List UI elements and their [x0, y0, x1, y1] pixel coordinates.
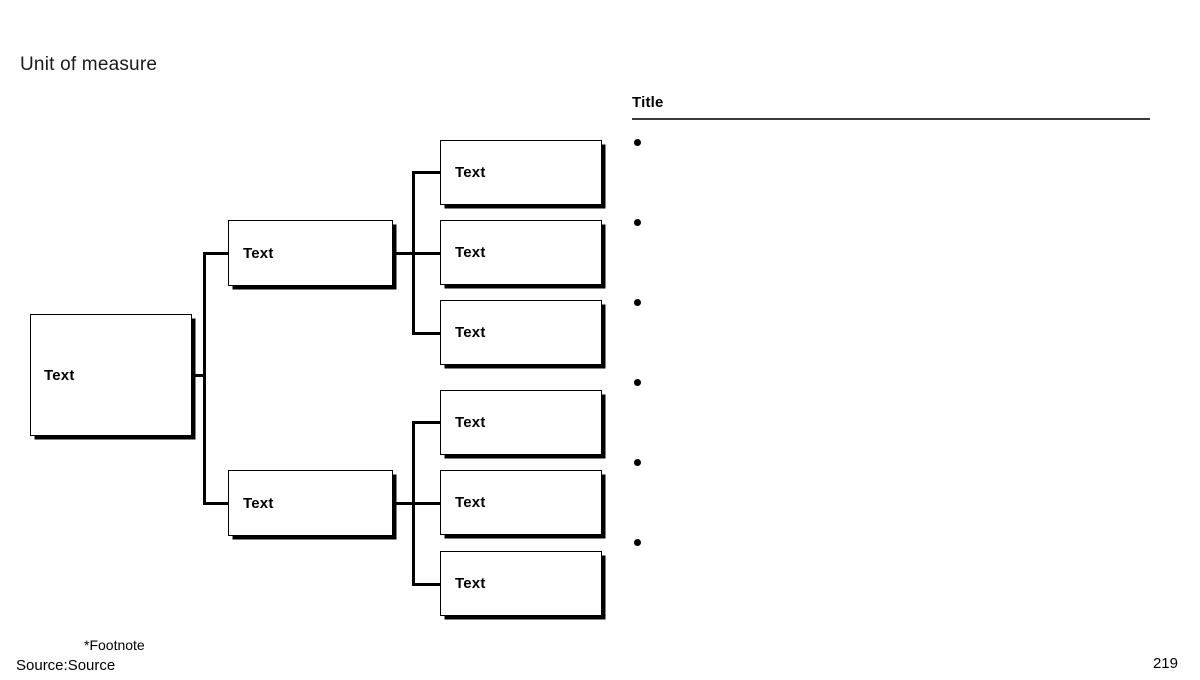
tree-node-leaf-1-label: Text [455, 164, 486, 181]
panel-title: Title [632, 94, 664, 111]
list-item[interactable] [632, 374, 1152, 454]
connector-to-leaf-1 [412, 171, 442, 174]
page-number-label: 219 [1152, 655, 1178, 672]
list-item[interactable] [632, 214, 1152, 294]
tree-node-leaf-4-label: Text [455, 414, 486, 431]
tree-node-leaf-6[interactable]: Text [440, 551, 602, 616]
footnote-label: *Footnote [84, 637, 145, 653]
tree-node-leaf-2[interactable]: Text [440, 220, 602, 285]
tree-node-root[interactable]: Text [30, 314, 192, 436]
tree-node-leaf-4[interactable]: Text [440, 390, 602, 455]
commentary-panel: Title [632, 94, 1152, 546]
list-item[interactable] [632, 454, 1152, 534]
tree-node-root-label: Text [44, 366, 75, 384]
tree-node-level2-1-label: Text [243, 244, 274, 262]
tree-node-leaf-1[interactable]: Text [440, 140, 602, 205]
connector-to-leaf-4 [412, 421, 442, 424]
source-label: Source:Source [16, 657, 116, 674]
list-item[interactable] [632, 294, 1152, 374]
tree-node-leaf-3-label: Text [455, 324, 486, 341]
tree-node-leaf-6-label: Text [455, 575, 486, 592]
tree-node-level2-2-label: Text [243, 494, 274, 512]
connector-to-level2-node-2 [203, 502, 230, 505]
connector-to-leaf-3 [412, 332, 442, 335]
connector-trunk-level2 [203, 253, 206, 504]
connector-to-leaf-2 [412, 252, 442, 255]
panel-title-rule [632, 118, 1150, 120]
tree-diagram: Text Text Text Text Text Text Text Text … [0, 0, 620, 640]
tree-node-leaf-2-label: Text [455, 244, 486, 261]
list-item[interactable] [632, 534, 1152, 614]
connector-to-leaf-5 [412, 502, 442, 505]
tree-node-level2-1[interactable]: Text [228, 220, 393, 286]
connector-to-leaf-6 [412, 583, 442, 586]
tree-node-leaf-3[interactable]: Text [440, 300, 602, 365]
panel-bullet-list [632, 134, 1152, 614]
tree-node-leaf-5[interactable]: Text [440, 470, 602, 535]
connector-to-level2-node-1 [203, 252, 230, 255]
list-item[interactable] [632, 134, 1152, 214]
tree-node-leaf-5-label: Text [455, 494, 486, 511]
tree-node-level2-2[interactable]: Text [228, 470, 393, 536]
